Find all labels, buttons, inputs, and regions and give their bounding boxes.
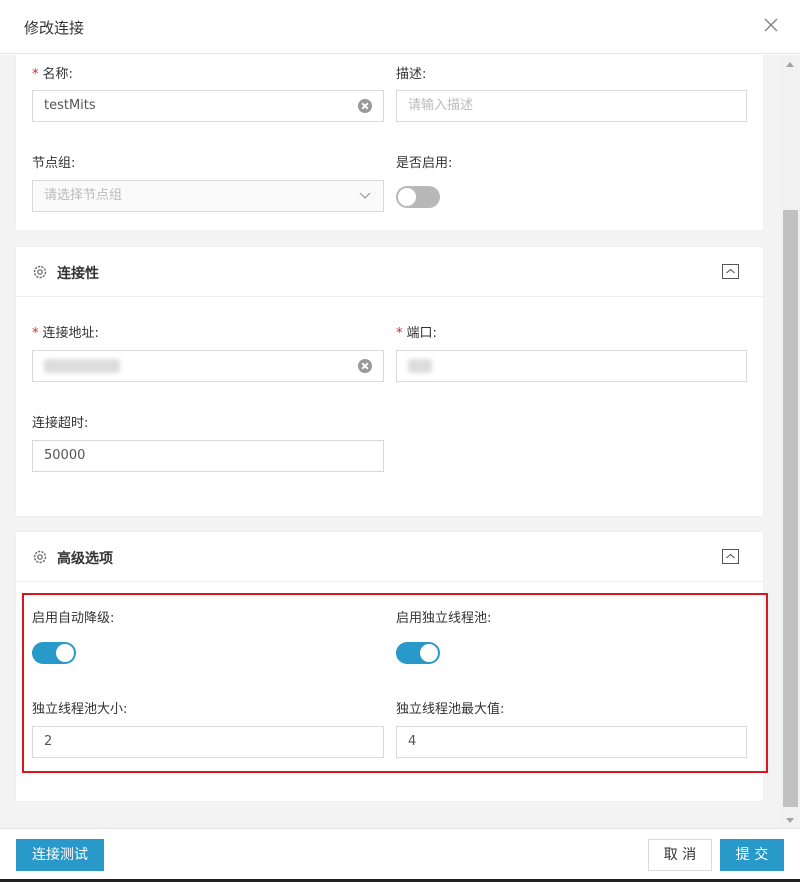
enabled-switch[interactable] <box>396 186 440 208</box>
own-pool-label: 启用独立线程池: <box>396 611 492 626</box>
scroll-up-icon[interactable] <box>786 62 794 67</box>
connectivity-header: 连接性 <box>16 247 763 297</box>
pool-max-label: 独立线程池最大值: <box>396 702 505 717</box>
basic-card: * 名称: testMits 描述: 请输入描述 节点组: 请选择节点组 是否启用… <box>16 55 763 230</box>
group-placeholder: 请选择节点组 <box>44 188 123 203</box>
advanced-header: 高级选项 <box>16 532 763 582</box>
auto-degrade-label: 启用自动降级: <box>32 611 115 626</box>
advanced-title: 高级选项 <box>57 551 113 567</box>
gear-icon <box>33 550 47 564</box>
close-icon[interactable] <box>762 16 780 34</box>
dialog-body: * 名称: testMits 描述: 请输入描述 节点组: 请选择节点组 是否启用… <box>0 55 781 828</box>
pool-max-value: 4 <box>408 734 417 749</box>
scrollbar[interactable] <box>781 55 800 828</box>
pool-size-value: 2 <box>44 734 53 749</box>
address-label: * 连接地址: <box>32 326 99 341</box>
group-select[interactable]: 请选择节点组 <box>32 180 384 212</box>
test-connection-button[interactable]: 连接测试 <box>16 839 104 871</box>
scroll-down-icon[interactable] <box>786 818 794 823</box>
desc-label: 描述: <box>396 67 427 82</box>
name-label: * 名称: <box>32 67 73 82</box>
timeout-value: 50000 <box>44 448 86 463</box>
required-mark: * <box>396 326 403 341</box>
port-input[interactable] <box>396 350 747 382</box>
cancel-button[interactable]: 取 消 <box>648 839 712 871</box>
port-label: * 端口: <box>396 326 437 341</box>
name-input[interactable]: testMits <box>32 90 384 122</box>
port-value-redacted <box>408 359 432 373</box>
connectivity-title: 连接性 <box>57 266 99 282</box>
group-label: 节点组: <box>32 156 76 171</box>
dialog-footer: 连接测试 取 消 提 交 <box>0 828 800 882</box>
address-value-redacted <box>44 359 120 373</box>
advanced-card: 高级选项 启用自动降级: 启用独立线程池: 独立线程池大小: 2 独立线程池最大… <box>16 532 763 801</box>
dialog-title: 修改连接 <box>24 19 85 37</box>
pool-max-input[interactable]: 4 <box>396 726 747 758</box>
switch-knob <box>398 188 416 206</box>
pool-size-input[interactable]: 2 <box>32 726 384 758</box>
required-mark: * <box>32 67 39 82</box>
collapse-button[interactable] <box>722 264 739 279</box>
pool-size-label: 独立线程池大小: <box>32 702 128 717</box>
desc-input[interactable]: 请输入描述 <box>396 90 747 122</box>
desc-placeholder: 请输入描述 <box>408 98 474 113</box>
chevron-down-icon <box>359 192 371 199</box>
submit-button[interactable]: 提 交 <box>720 839 784 871</box>
name-value: testMits <box>44 98 96 113</box>
switch-knob <box>420 644 438 662</box>
timeout-input[interactable]: 50000 <box>32 440 384 472</box>
timeout-label: 连接超时: <box>32 416 89 431</box>
clear-icon[interactable] <box>358 359 372 373</box>
connectivity-card: 连接性 * 连接地址: * 端口: 连接超时: 50000 <box>16 247 763 516</box>
enabled-label: 是否启用: <box>396 156 453 171</box>
collapse-button[interactable] <box>722 549 739 564</box>
auto-degrade-switch[interactable] <box>32 642 76 664</box>
own-pool-switch[interactable] <box>396 642 440 664</box>
chevron-up-icon <box>726 268 735 274</box>
dialog-header: 修改连接 <box>0 0 800 54</box>
address-input[interactable] <box>32 350 384 382</box>
clear-icon[interactable] <box>358 99 372 113</box>
required-mark: * <box>32 326 39 341</box>
switch-knob <box>56 644 74 662</box>
gear-icon <box>33 265 47 279</box>
scrollbar-thumb[interactable] <box>783 210 798 807</box>
chevron-up-icon <box>726 553 735 559</box>
